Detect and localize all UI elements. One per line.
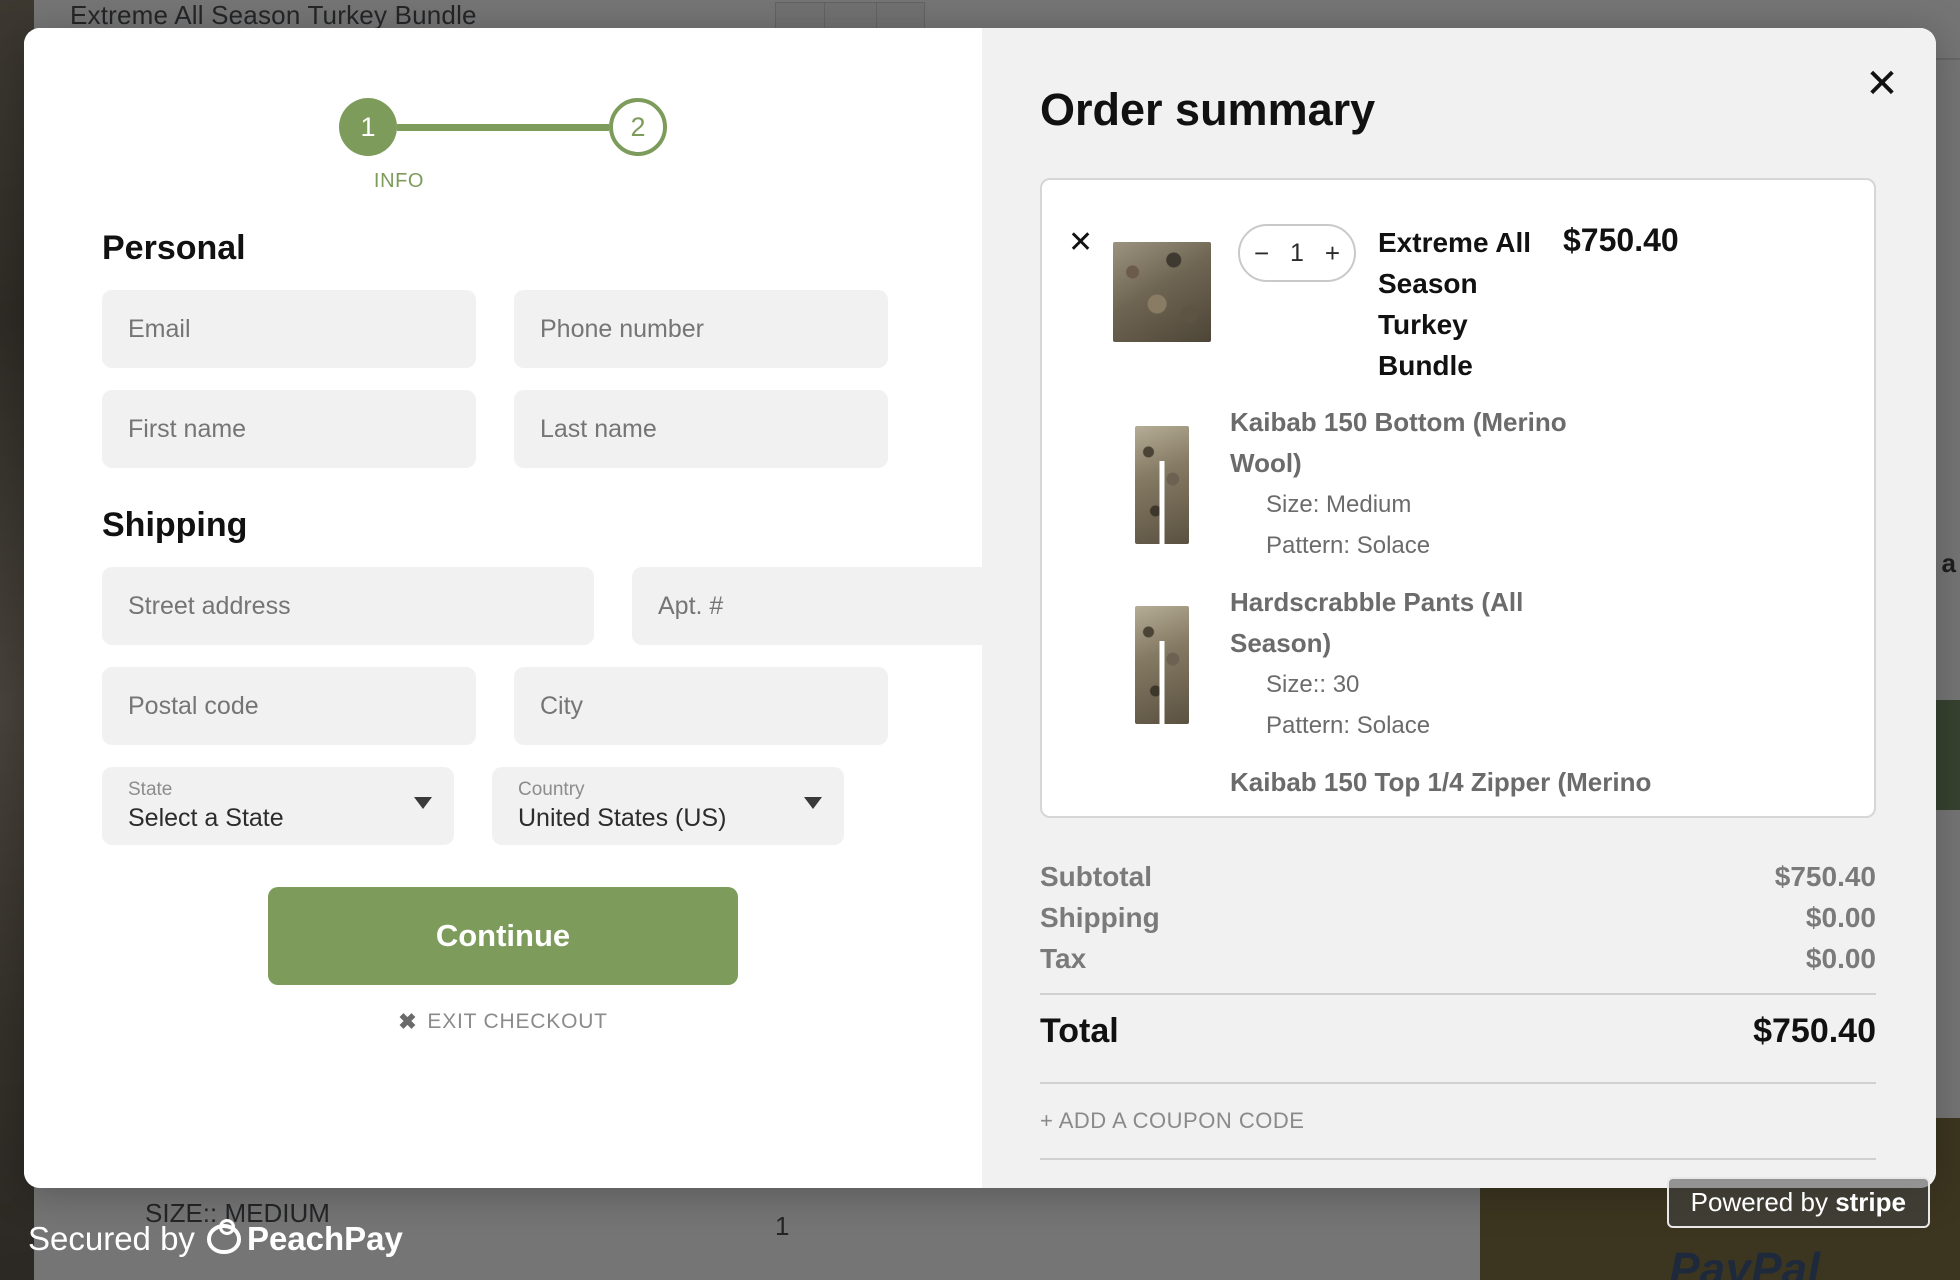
stepper-step-1-label: INFO [24, 170, 904, 193]
shipping-row-3: State Select a State Country United Stat… [102, 767, 904, 845]
country-select[interactable]: Country United States (US) [492, 767, 844, 845]
camo-pants-thumbnail [1135, 426, 1189, 544]
sub-item-pattern: Pattern: Solace [1230, 525, 1848, 566]
sub-item-thumbnail-wrap [1108, 750, 1216, 786]
country-select-label: Country [518, 779, 802, 801]
state-select-value: Select a State [128, 801, 412, 835]
personal-row-2 [102, 390, 904, 468]
checkout-stepper: 1 2 [102, 98, 904, 156]
shipping-row-1 [102, 567, 904, 645]
checkout-modal: ✕ 1 2 INFO Personal Ship [24, 28, 1936, 1188]
stepper-step-1-number: 1 [360, 112, 375, 143]
order-totals: Subtotal $750.40 Shipping $0.00 Tax $0.0… [1040, 856, 1876, 1160]
stripe-prefix: Powered by [1691, 1187, 1828, 1217]
cart-items-card: ✕ − 1 + Extreme All Season Turkey Bundle… [1040, 178, 1876, 818]
cart-sub-item: Kaibab 150 Top 1/4 Zipper (Merino [1068, 750, 1848, 803]
sub-item-name: Kaibab 150 Bottom (Merino Wool) [1230, 402, 1590, 484]
camo-pants-thumbnail [1135, 606, 1189, 724]
main-item-thumbnail-wrap [1108, 206, 1216, 342]
shipping-value: $0.00 [1806, 897, 1876, 938]
subtotal-label: Subtotal [1040, 856, 1152, 897]
checkout-form-pane: 1 2 INFO Personal Shipping [24, 28, 982, 1188]
sub-item-size: Size: Medium [1230, 484, 1848, 525]
shipping-row-2 [102, 667, 904, 745]
grand-total-label: Total [1040, 1011, 1119, 1052]
exit-checkout-link[interactable]: ✖ EXIT CHECKOUT [102, 1009, 904, 1035]
main-item-price: $750.40 [1563, 206, 1679, 259]
cart-items-scroll-area[interactable]: ✕ − 1 + Extreme All Season Turkey Bundle… [1068, 206, 1848, 816]
personal-section-heading: Personal [102, 229, 904, 268]
cart-main-item: ✕ − 1 + Extreme All Season Turkey Bundle… [1068, 206, 1848, 386]
secured-by-peachpay: Secured by PeachPay [28, 1220, 403, 1258]
quantity-stepper[interactable]: − 1 + [1238, 224, 1356, 282]
exit-checkout-label: EXIT CHECKOUT [427, 1010, 607, 1034]
country-select-value: United States (US) [518, 801, 802, 835]
page-root: Extreme All Season Turkey Bundle $750.40… [0, 0, 1960, 1280]
sub-item-size: Size:: 30 [1230, 664, 1848, 705]
peachpay-label: PeachPay [247, 1220, 403, 1258]
tax-label: Tax [1040, 938, 1086, 979]
city-input[interactable] [514, 667, 888, 745]
email-input[interactable] [102, 290, 476, 368]
first-name-input[interactable] [102, 390, 476, 468]
grand-total-value: $750.40 [1753, 1011, 1876, 1052]
sub-item-name: Hardscrabble Pants (All Season) [1230, 582, 1590, 664]
total-row-shipping: Shipping $0.00 [1040, 897, 1876, 938]
continue-button[interactable]: Continue [268, 887, 738, 985]
apartment-input[interactable] [632, 567, 1006, 645]
stepper-step-1[interactable]: 1 [339, 98, 397, 156]
shipping-label: Shipping [1040, 897, 1160, 938]
cart-sub-item: Hardscrabble Pants (All Season) Size:: 3… [1068, 570, 1848, 746]
street-address-input[interactable] [102, 567, 594, 645]
remove-item-icon[interactable]: ✕ [1068, 206, 1108, 258]
sub-item-name: Kaibab 150 Top 1/4 Zipper (Merino [1230, 762, 1660, 803]
sub-item-thumbnail-wrap [1108, 570, 1216, 724]
peachpay-brand: PeachPay [207, 1220, 403, 1258]
totals-divider [1040, 993, 1876, 995]
stepper-step-2[interactable]: 2 [609, 98, 667, 156]
close-icon[interactable]: ✕ [1858, 60, 1906, 108]
add-coupon-code-link[interactable]: + ADD A COUPON CODE [1040, 1084, 1876, 1134]
personal-row-1 [102, 290, 904, 368]
total-row-tax: Tax $0.00 [1040, 938, 1876, 979]
close-x-icon: ✖ [398, 1009, 417, 1035]
coupon-divider-bottom [1040, 1158, 1876, 1160]
sub-item-info: Hardscrabble Pants (All Season) Size:: 3… [1216, 570, 1848, 746]
sub-item-info: Kaibab 150 Bottom (Merino Wool) Size: Me… [1216, 390, 1848, 566]
phone-input[interactable] [514, 290, 888, 368]
sub-item-pattern: Pattern: Solace [1230, 705, 1848, 746]
quantity-decrement-button[interactable]: − [1254, 240, 1269, 266]
main-item-name: Extreme All Season Turkey Bundle [1378, 206, 1563, 386]
stepper-connector [397, 124, 609, 131]
state-select[interactable]: State Select a State [102, 767, 454, 845]
powered-by-stripe-badge: Powered by stripe [1667, 1177, 1930, 1228]
quantity-increment-button[interactable]: + [1325, 240, 1340, 266]
tax-value: $0.00 [1806, 938, 1876, 979]
cart-sub-item: Kaibab 150 Bottom (Merino Wool) Size: Me… [1068, 390, 1848, 566]
order-summary-title: Order summary [1040, 84, 1876, 136]
chevron-down-icon [804, 797, 822, 809]
secured-prefix: Secured by [28, 1220, 195, 1258]
total-row-grand: Total $750.40 [1040, 1011, 1876, 1052]
turkey-hunt-photo [1113, 242, 1211, 342]
state-select-label: State [128, 779, 412, 801]
total-row-subtotal: Subtotal $750.40 [1040, 856, 1876, 897]
order-summary-pane: Order summary ✕ − 1 + Extreme All Seas [982, 28, 1936, 1188]
last-name-input[interactable] [514, 390, 888, 468]
stepper-step-2-number: 2 [630, 112, 645, 143]
sub-item-info: Kaibab 150 Top 1/4 Zipper (Merino [1216, 750, 1848, 803]
postal-code-input[interactable] [102, 667, 476, 745]
chevron-down-icon [414, 797, 432, 809]
quantity-value: 1 [1290, 241, 1304, 266]
peach-icon [207, 1224, 241, 1254]
sub-item-thumbnail-wrap [1108, 390, 1216, 544]
shipping-section-heading: Shipping [102, 506, 904, 545]
stripe-brand: stripe [1835, 1187, 1906, 1217]
subtotal-value: $750.40 [1775, 856, 1876, 897]
